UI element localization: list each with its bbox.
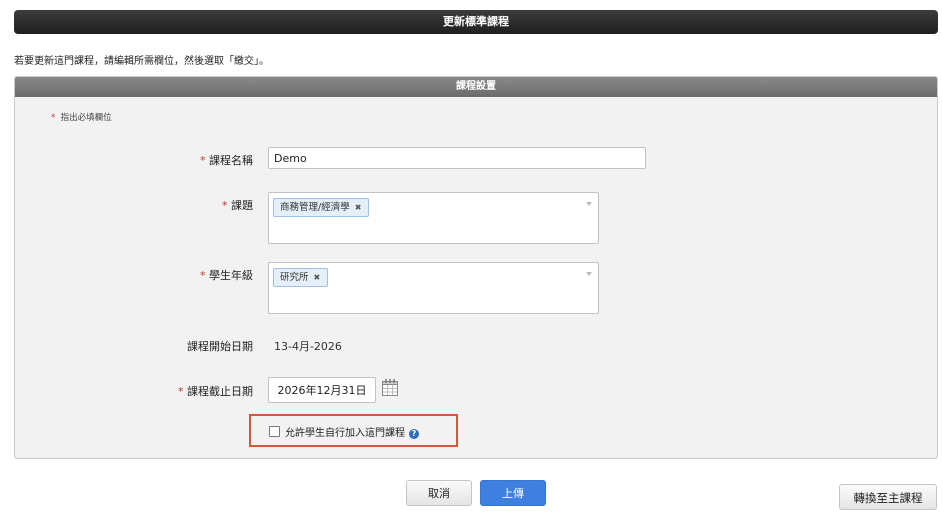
self-enroll-label[interactable]: 允許學生自行加入這門課程? <box>285 424 419 439</box>
start-date-value: 13-4月-2026 <box>274 340 342 353</box>
panel-title: 課程設置 <box>15 77 937 97</box>
self-enroll-checkbox[interactable] <box>269 426 280 437</box>
tag-remove-icon[interactable]: ✖ <box>355 203 362 212</box>
calendar-icon[interactable] <box>382 379 398 396</box>
subject-tag: 商務管理/經濟學 ✖ <box>273 198 370 217</box>
help-icon[interactable]: ? <box>409 429 419 439</box>
subject-multiselect[interactable]: 商務管理/經濟學 ✖ <box>268 192 599 244</box>
chevron-down-icon[interactable] <box>586 272 592 276</box>
required-note-text: 指出必填欄位 <box>60 113 112 123</box>
instructions-text: 若要更新這門課程，請編輯所需欄位，然後選取「繳交」。 <box>14 56 269 67</box>
course-name-label: * 課程名稱 <box>200 154 253 167</box>
cancel-button[interactable]: 取消 <box>406 480 472 506</box>
end-date-label: * 課程截止日期 <box>178 385 253 398</box>
course-name-input[interactable]: Demo <box>268 147 646 169</box>
grade-level-tag: 研究所 ✖ <box>273 268 329 287</box>
course-settings-panel: 課程設置 * 指出必填欄位 * 課程名稱 Demo * 課題 商務管理/經濟學 ✖… <box>14 76 938 459</box>
chevron-down-icon[interactable] <box>586 202 592 206</box>
upload-button[interactable]: 上傳 <box>480 480 546 506</box>
grade-level-multiselect[interactable]: 研究所 ✖ <box>268 262 599 314</box>
start-date-label: 課程開始日期 <box>187 340 253 353</box>
grade-level-label: * 學生年級 <box>200 269 253 282</box>
page-title: 更新標準課程 <box>14 10 938 34</box>
subject-label: * 課題 <box>222 199 253 212</box>
required-star: * <box>51 113 56 123</box>
required-star: * <box>200 154 206 167</box>
required-star: * <box>200 269 206 282</box>
required-fields-note: * 指出必填欄位 <box>51 111 112 123</box>
required-star: * <box>178 385 184 398</box>
tag-remove-icon[interactable]: ✖ <box>314 273 321 282</box>
convert-to-master-course-button[interactable]: 轉換至主課程 <box>839 484 937 510</box>
required-star: * <box>222 199 228 212</box>
end-date-input[interactable]: 2026年12月31日 <box>268 377 376 403</box>
self-enroll-option: 允許學生自行加入這門課程? <box>249 414 458 447</box>
